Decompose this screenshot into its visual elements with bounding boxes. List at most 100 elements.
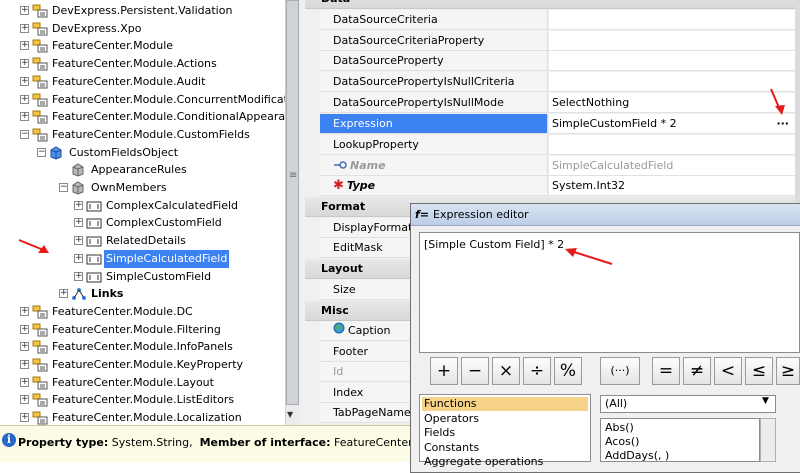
tree-item[interactable]: + FeatureCenter.Module.Layout	[0, 374, 285, 392]
tree-item[interactable]: + ComplexCalculatedField	[0, 197, 285, 215]
divide-button[interactable]: ÷	[523, 357, 551, 385]
property-value[interactable]: System.Int32	[549, 176, 795, 195]
less-than-button[interactable]: <	[714, 357, 742, 385]
property-row[interactable]: LookupProperty	[320, 135, 795, 155]
expand-toggle-icon[interactable]: +	[74, 236, 83, 246]
category-item[interactable]: Functions	[422, 397, 588, 411]
info-icon: i	[2, 433, 16, 447]
expand-toggle-icon[interactable]: +	[20, 395, 29, 405]
tree-item[interactable]: + Links	[0, 285, 285, 303]
property-row[interactable]: Name SimpleCalculatedField	[320, 156, 795, 176]
tree-item[interactable]: − FeatureCenter.Module.CustomFields	[0, 126, 285, 144]
plus-button[interactable]: +	[430, 357, 458, 385]
property-row[interactable]: ✱ Type System.Int32	[320, 176, 795, 196]
property-value[interactable]	[549, 135, 795, 154]
expand-toggle-icon[interactable]: +	[20, 76, 29, 86]
equals-button[interactable]: =	[652, 357, 680, 385]
tree-item[interactable]: + FeatureCenter.Module.KeyProperty	[0, 356, 285, 374]
function-item[interactable]: AddDays(, )	[605, 449, 669, 463]
tree-item[interactable]: + FeatureCenter.Module.InfoPanels	[0, 338, 285, 356]
property-value[interactable]	[549, 31, 795, 50]
grid-section-header[interactable]: Data ^	[305, 0, 795, 9]
tree-item[interactable]: − OwnMembers	[0, 179, 285, 197]
expand-toggle-icon[interactable]: +	[20, 23, 29, 33]
expand-toggle-icon[interactable]: +	[20, 6, 29, 15]
not-equals-button[interactable]: ≠	[683, 357, 711, 385]
property-value[interactable]	[549, 72, 795, 91]
tree-item[interactable]: + FeatureCenter.Module.ConcurrentModifica…	[0, 91, 285, 109]
property-row[interactable]: DataSourcePropertyIsNullMode SelectNothin…	[320, 93, 795, 113]
expand-toggle-icon[interactable]: +	[59, 289, 68, 299]
tree-item[interactable]: + FeatureCenter.Module.ConditionalAppeara…	[0, 108, 285, 126]
collapse-chevron-icon[interactable]: ^	[778, 0, 787, 9]
category-item[interactable]: Constants	[422, 441, 588, 455]
tree-view[interactable]: + DevExpress.Persistent.Validation + DevExp…	[0, 0, 285, 425]
tree-item[interactable]: + ComplexCustomField	[0, 214, 285, 232]
category-item[interactable]: Operators	[422, 412, 588, 426]
category-item[interactable]: Fields	[422, 426, 588, 440]
property-row[interactable]: DataSourcePropertyIsNullCriteria	[320, 72, 795, 92]
expand-toggle-icon[interactable]: +	[74, 271, 83, 281]
property-value[interactable]: SelectNothing	[549, 93, 795, 112]
tree-item-label: FeatureCenter.Module.Localization	[52, 411, 242, 425]
function-list-scrollbar[interactable]	[760, 418, 776, 462]
function-item[interactable]: Acos()	[605, 435, 639, 449]
function-list[interactable]: Abs() Acos() AddDays(, )	[600, 418, 760, 462]
expand-toggle-icon[interactable]: +	[74, 253, 83, 263]
property-name-text: DataSourceCriteriaProperty	[333, 34, 485, 47]
property-row[interactable]: DataSourceCriteriaProperty	[320, 31, 795, 51]
minus-button[interactable]: −	[461, 357, 489, 385]
tree-item[interactable]: − CustomFieldsObject	[0, 144, 285, 162]
tree-item[interactable]: + FeatureCenter.Module.ListEditors	[0, 391, 285, 409]
property-value[interactable]	[549, 51, 795, 70]
category-item[interactable]: Aggregate operations	[422, 455, 588, 469]
function-filter-select[interactable]: (All)	[600, 395, 776, 413]
tree-item[interactable]: + FeatureCenter.Module.DC	[0, 303, 285, 321]
collapse-toggle-icon[interactable]: −	[37, 147, 46, 157]
dialog-title-bar[interactable]: Expression editor	[411, 204, 800, 226]
function-item[interactable]: Abs()	[605, 421, 634, 435]
collapse-toggle-icon[interactable]: −	[59, 183, 68, 192]
property-value[interactable]	[549, 10, 795, 29]
tree-item[interactable]: + FeatureCenter.Module.Actions	[0, 55, 285, 73]
tree-item[interactable]: + DevExpress.Persistent.Validation	[0, 2, 285, 20]
property-row[interactable]: DataSourceCriteria	[320, 10, 795, 30]
collapse-toggle-icon[interactable]: −	[20, 129, 29, 139]
tree-item[interactable]: + FeatureCenter.Module	[0, 37, 285, 55]
modulo-button[interactable]: %	[554, 357, 582, 385]
greater-or-equal-button[interactable]: ≥	[776, 357, 800, 385]
tree-item[interactable]: + SimpleCustomField	[0, 268, 285, 286]
less-or-equal-button[interactable]: ≤	[745, 357, 773, 385]
expand-toggle-icon[interactable]: +	[20, 41, 29, 51]
expand-toggle-icon[interactable]: +	[20, 360, 29, 369]
property-row[interactable]: Expression SimpleCustomField * 2 ···	[320, 114, 795, 134]
tree-item[interactable]: + FeatureCenter.Module.Audit	[0, 73, 285, 91]
brackets-button[interactable]: (···)	[600, 357, 640, 385]
tree-item[interactable]: + FeatureCenter.Module.Localization	[0, 409, 285, 425]
property-value-text: SimpleCustomField * 2	[552, 117, 677, 130]
chevron-down-icon[interactable]: ▼	[762, 396, 769, 406]
tree-scrollbar-thumb[interactable]	[286, 0, 299, 405]
tree-item[interactable]: AppearanceRules	[0, 161, 285, 179]
expand-toggle-icon[interactable]: +	[20, 59, 29, 69]
expand-toggle-icon[interactable]: +	[20, 413, 29, 423]
expand-toggle-icon[interactable]: +	[20, 306, 29, 316]
multiply-button[interactable]: ×	[492, 357, 520, 385]
tree-item-label: ComplexCustomField	[106, 216, 222, 230]
category-list[interactable]: Functions Operators Fields Constants Aggrega…	[419, 394, 591, 468]
expand-toggle-icon[interactable]: +	[20, 342, 29, 352]
scroll-down-arrow-icon[interactable]: ▼	[287, 410, 293, 419]
tree-item[interactable]: + DevExpress.Xpo	[0, 20, 285, 38]
property-name-text: Index	[333, 386, 364, 399]
expand-toggle-icon[interactable]: +	[20, 112, 29, 122]
splitter-grip-icon[interactable]: ≡	[289, 170, 297, 181]
expand-toggle-icon[interactable]: +	[20, 324, 29, 334]
property-value[interactable]: SimpleCalculatedField	[549, 156, 795, 175]
expand-toggle-icon[interactable]: +	[20, 377, 29, 387]
property-value[interactable]: SimpleCustomField * 2 ···	[549, 114, 795, 133]
property-row[interactable]: DataSourceProperty	[320, 51, 795, 71]
expand-toggle-icon[interactable]: +	[20, 94, 29, 104]
expand-toggle-icon[interactable]: +	[74, 200, 83, 210]
tree-item[interactable]: + FeatureCenter.Module.Filtering	[0, 321, 285, 339]
expand-toggle-icon[interactable]: +	[74, 218, 83, 228]
